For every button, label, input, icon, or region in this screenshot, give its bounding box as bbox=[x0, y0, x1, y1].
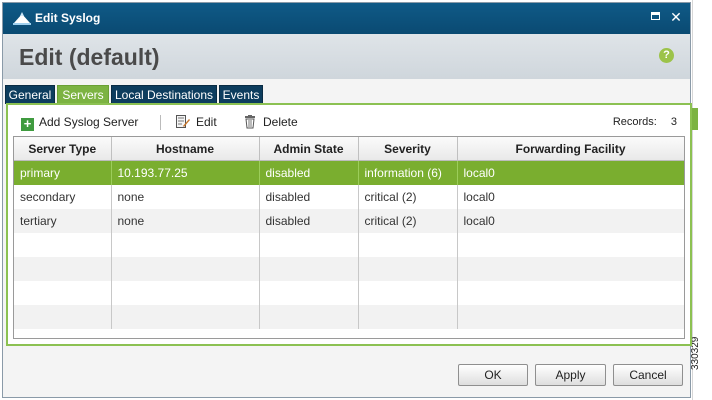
table-cell: local0 bbox=[457, 185, 684, 209]
table-cell: disabled bbox=[259, 160, 359, 185]
tab-general[interactable]: General bbox=[5, 85, 55, 104]
add-syslog-server-label: Add Syslog Server bbox=[39, 115, 139, 129]
table-cell: critical (2) bbox=[358, 185, 458, 209]
column-header-admin-state[interactable]: Admin State bbox=[259, 137, 359, 161]
servers-table: Server Type Hostname Admin State Severit… bbox=[13, 136, 685, 339]
add-icon: + bbox=[21, 117, 34, 131]
column-header-server-type[interactable]: Server Type bbox=[14, 137, 112, 161]
tab-servers[interactable]: Servers bbox=[57, 85, 109, 104]
empty-row bbox=[14, 257, 684, 281]
empty-row bbox=[14, 281, 684, 305]
close-icon[interactable]: ✕ bbox=[669, 10, 683, 24]
add-syslog-server-button[interactable]: + Add Syslog Server bbox=[21, 114, 139, 131]
edit-button[interactable]: Edit bbox=[176, 114, 217, 130]
edit-label: Edit bbox=[196, 115, 217, 129]
title-bar[interactable]: Edit Syslog ✕ bbox=[3, 3, 690, 34]
table-cell: primary bbox=[14, 160, 112, 185]
edit-icon bbox=[176, 115, 190, 128]
table-cell: tertiary bbox=[14, 209, 112, 233]
help-icon[interactable]: ? bbox=[659, 48, 674, 63]
records-value: 3 bbox=[670, 116, 677, 128]
table-row[interactable]: secondary none disabled critical (2) loc… bbox=[14, 185, 684, 209]
empty-row bbox=[14, 233, 684, 257]
app-icon bbox=[13, 12, 31, 25]
delete-label: Delete bbox=[263, 115, 298, 129]
page-title: Edit (default) bbox=[19, 44, 160, 70]
cancel-button[interactable]: Cancel bbox=[613, 364, 683, 386]
table-cell: none bbox=[111, 185, 260, 209]
table-cell: disabled bbox=[259, 209, 359, 233]
column-header-forwarding-facility[interactable]: Forwarding Facility bbox=[457, 137, 684, 161]
records-label: Records: bbox=[612, 116, 657, 128]
page-header: Edit (default) ? bbox=[3, 34, 690, 79]
toolbar-separator bbox=[160, 115, 161, 130]
column-header-hostname[interactable]: Hostname bbox=[111, 137, 260, 161]
tab-local-destinations[interactable]: Local Destinations bbox=[111, 85, 217, 104]
ok-button[interactable]: OK bbox=[458, 364, 528, 386]
servers-panel: + Add Syslog Server Edit Delete Records:… bbox=[6, 103, 692, 346]
table-row[interactable]: tertiary none disabled critical (2) loca… bbox=[14, 209, 684, 233]
table-cell: none bbox=[111, 209, 260, 233]
table-cell: local0 bbox=[457, 160, 684, 185]
maximize-icon[interactable] bbox=[649, 10, 663, 24]
table-cell: secondary bbox=[14, 185, 112, 209]
table-cell: local0 bbox=[457, 209, 684, 233]
tab-events[interactable]: Events bbox=[219, 85, 263, 104]
background-accent bbox=[692, 108, 698, 130]
window-title: Edit Syslog bbox=[35, 11, 101, 25]
records-count: Records: 3 bbox=[613, 114, 677, 130]
apply-button[interactable]: Apply bbox=[535, 364, 606, 386]
table-cell: 10.193.77.25 bbox=[111, 160, 260, 185]
column-header-severity[interactable]: Severity bbox=[358, 137, 458, 161]
table-cell: disabled bbox=[259, 185, 359, 209]
table-header-row: Server Type Hostname Admin State Severit… bbox=[14, 137, 684, 161]
toolbar: + Add Syslog Server Edit Delete Records:… bbox=[13, 114, 685, 132]
empty-row bbox=[14, 305, 684, 329]
table-cell: critical (2) bbox=[358, 209, 458, 233]
trash-icon bbox=[245, 115, 255, 129]
delete-button[interactable]: Delete bbox=[243, 114, 298, 130]
table-row[interactable]: primary 10.193.77.25 disabled informatio… bbox=[14, 160, 684, 185]
table-cell: information (6) bbox=[358, 160, 458, 185]
edit-syslog-dialog: Edit Syslog ✕ Edit (default) ? General S… bbox=[2, 2, 692, 398]
